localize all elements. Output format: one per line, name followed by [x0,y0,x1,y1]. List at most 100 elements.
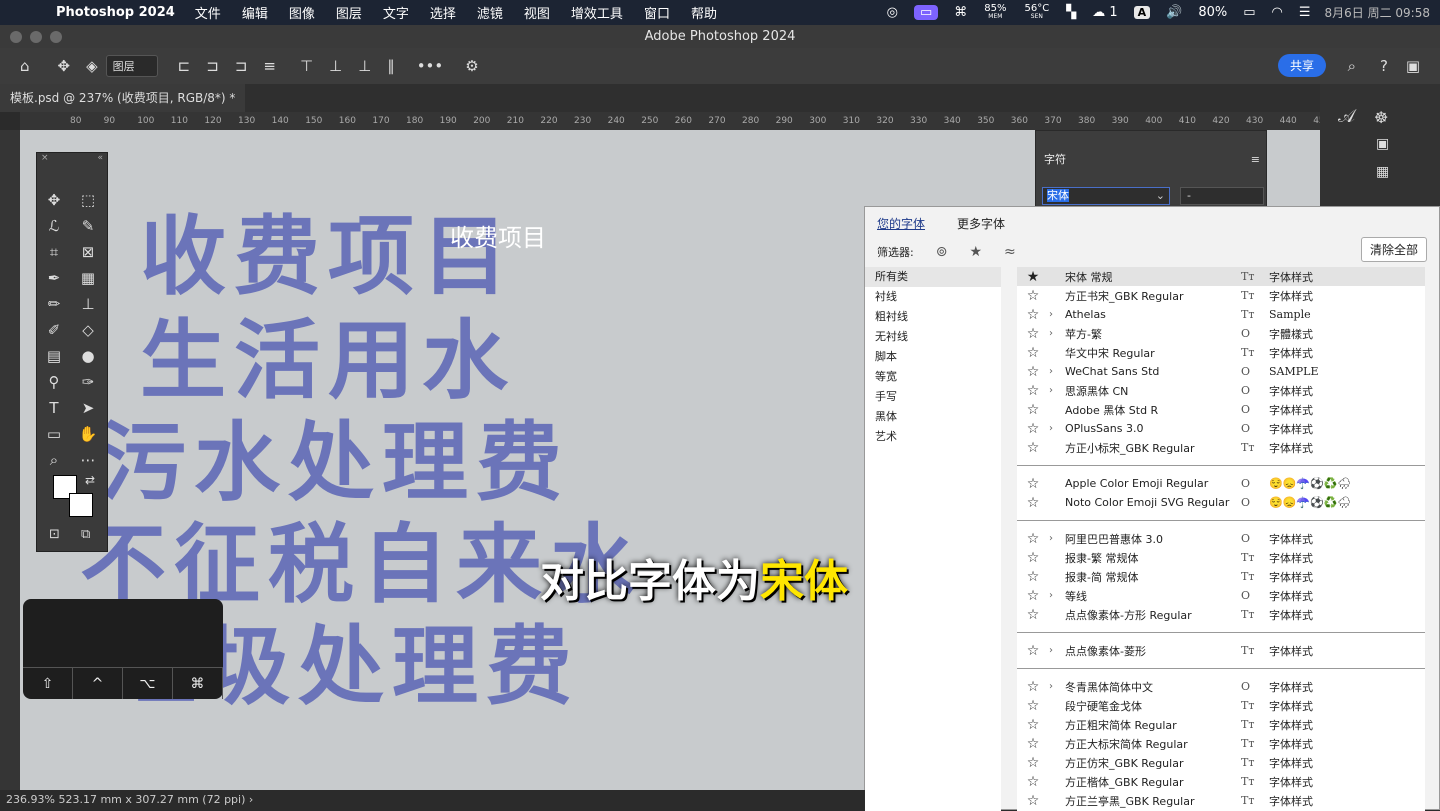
mem-stat[interactable]: 85% MEM [984,3,1006,21]
expand-icon[interactable]: › [1049,645,1065,656]
character-tab[interactable]: 字符 [1036,147,1266,171]
history-brush-icon[interactable]: ✐ [37,317,71,343]
distribute-icon[interactable]: ≡ [263,57,276,75]
font-row[interactable]: ★ 宋体 常规 Tт 字体样式 [1017,267,1425,286]
hand-tool-icon[interactable]: ✋ [71,421,105,447]
menu-item[interactable]: 增效工具 [571,3,623,22]
glyphs-icon[interactable]: 𝒜 [1338,106,1355,127]
quick-select-icon[interactable]: ✎ [71,213,105,239]
zoom-window-button[interactable] [50,31,62,43]
more-icon[interactable]: ••• [417,57,444,75]
cloud-filter-icon[interactable]: ⊚ [936,244,948,260]
dodge-tool-icon[interactable]: ⚲ [37,369,71,395]
crop-tool-icon[interactable]: ⌗ [37,239,71,265]
star-icon[interactable]: ☆ [1017,531,1049,547]
wifi-icon[interactable]: ◠ [1272,5,1283,20]
star-icon[interactable]: ☆ [1017,495,1049,511]
screen-mode-icon[interactable]: ⧉ [81,527,90,542]
eraser-tool-icon[interactable]: ◇ [71,317,105,343]
volume-icon[interactable]: 🔊 [1166,5,1182,20]
input-method-icon[interactable]: A [1133,6,1151,19]
star-icon[interactable]: ☆ [1017,607,1049,623]
font-row[interactable]: ☆ › 思源黑体 CN O 字体样式 [1017,381,1425,400]
eyedropper-icon[interactable]: ✒ [37,265,71,291]
star-icon[interactable]: ☆ [1017,736,1049,752]
background-color[interactable] [69,493,93,517]
star-icon[interactable]: ☆ [1017,421,1049,437]
workspace-icon[interactable]: ▣ [1406,57,1420,75]
category-item[interactable]: 所有类 [865,267,1001,287]
category-item[interactable]: 等宽 [865,367,1001,387]
star-icon[interactable]: ☆ [1017,364,1049,380]
align-left-icon[interactable]: ⊏ [178,57,191,75]
clock[interactable]: 8月6日 周二 09:58 [1325,4,1430,21]
gradient-tool-icon[interactable]: ▤ [37,343,71,369]
help-icon[interactable]: ? [1380,57,1388,75]
menu-item[interactable]: 滤镜 [477,3,503,22]
star-icon[interactable]: ☆ [1017,755,1049,771]
zoom-level[interactable]: 236.93% [6,793,55,806]
star-icon[interactable]: ☆ [1017,402,1049,418]
blur-tool-icon[interactable]: ● [71,343,105,369]
font-row[interactable]: ☆ 方正大标宋简体 Regular Tт 字体样式 [1017,734,1425,753]
more-tools-icon[interactable]: ⋯ [71,447,105,473]
adjustments-icon[interactable]: ▦ [1376,164,1389,180]
category-item[interactable]: 无衬线 [865,327,1001,347]
menu-item[interactable]: 图像 [289,3,315,22]
similar-filter-icon[interactable]: ≈ [1004,244,1016,260]
category-item[interactable]: 衬线 [865,287,1001,307]
font-row[interactable]: ☆ › 等线 O 字体样式 [1017,586,1425,605]
star-icon[interactable]: ☆ [1017,793,1049,809]
horizontal-ruler[interactable]: 80 90 100 110 120 130 140 150 160 170 180 190 200 210… [20,112,1330,130]
menu-item[interactable]: 帮助 [691,3,717,22]
command-icon[interactable]: ⌘ [954,5,967,20]
font-row[interactable]: ☆ Adobe 黑体 Std R O 字体样式 [1017,400,1425,419]
font-row[interactable]: ☆ › WeChat Sans Std O SAMPLE [1017,362,1425,381]
doc-size[interactable]: 523.17 mm x 307.27 mm (72 ppi) [58,793,245,806]
menu-item[interactable]: 文件 [195,3,221,22]
control-center-icon[interactable]: ☰ [1299,5,1311,20]
align-center-icon[interactable]: ⊐ [206,57,219,75]
minimize-window-button[interactable] [30,31,42,43]
font-row[interactable]: ☆ 方正楷体_GBK Regular Tт 字体样式 [1017,772,1425,791]
layers-panel-icon[interactable]: ▣ [1376,136,1389,152]
brush-tool-icon[interactable]: ✏ [37,291,71,317]
expand-icon[interactable]: › [1049,681,1065,692]
font-row[interactable]: ☆ 报隶-简 常规体 Tт 字体样式 [1017,567,1425,586]
bookmark-icon[interactable]: ▚ [1066,5,1076,20]
screen-mirror-icon[interactable]: ▭ [913,5,939,20]
align-top-icon[interactable]: ⊤ [300,57,313,75]
toolbox-header[interactable]: × « [37,153,107,167]
move-tool-icon[interactable]: ✥ [37,187,71,213]
align-middle-icon[interactable]: ⊥ [329,57,342,75]
frame-tool-icon[interactable]: ⊠ [71,239,105,265]
star-icon[interactable]: ☆ [1017,440,1049,456]
star-icon[interactable]: ☆ [1017,476,1049,492]
font-row[interactable]: ☆ 方正兰亭黑_GBK Regular Tт 字体样式 [1017,791,1425,810]
sensor-stat[interactable]: 56°C SEN [1024,3,1049,21]
font-row[interactable]: ☆ 方正粗宋简体 Regular Tт 字体样式 [1017,715,1425,734]
font-row[interactable]: ☆ 方正书宋_GBK Regular Tт 字体样式 [1017,286,1425,305]
panel-menu-icon[interactable]: ≡ [1251,153,1260,166]
swap-colors-icon[interactable]: ⇄ [85,473,95,487]
font-row[interactable]: ☆ › 阿里巴巴普惠体 3.0 O 字体样式 [1017,529,1425,548]
star-icon[interactable]: ☆ [1017,717,1049,733]
rectangle-tool-icon[interactable]: ▭ [37,421,71,447]
expand-icon[interactable]: › [1049,533,1065,544]
expand-icon[interactable]: › [1049,328,1065,339]
text-layer-overlay[interactable]: 收费项目 [450,218,546,253]
star-icon[interactable]: ☆ [1017,345,1049,361]
menu-item[interactable]: 文字 [383,3,409,22]
menu-item[interactable]: 图层 [336,3,362,22]
category-item[interactable]: 手写 [865,387,1001,407]
star-icon[interactable]: ☆ [1017,326,1049,342]
font-row[interactable]: ☆ Apple Color Emoji Regular O 😌😞☂️⚽♻️🌧 [1017,474,1425,493]
shift-key[interactable]: ⇧ [23,668,73,699]
command-key[interactable]: ⌘ [173,668,223,699]
expand-icon[interactable]: › [1049,366,1065,377]
home-icon[interactable]: ⌂ [20,57,30,75]
star-icon[interactable]: ☆ [1017,774,1049,790]
wechat-icon[interactable]: ☁ 1 [1092,5,1117,20]
font-row[interactable]: ☆ › 苹方-繁 O 字體樣式 [1017,324,1425,343]
star-icon[interactable]: ☆ [1017,288,1049,304]
